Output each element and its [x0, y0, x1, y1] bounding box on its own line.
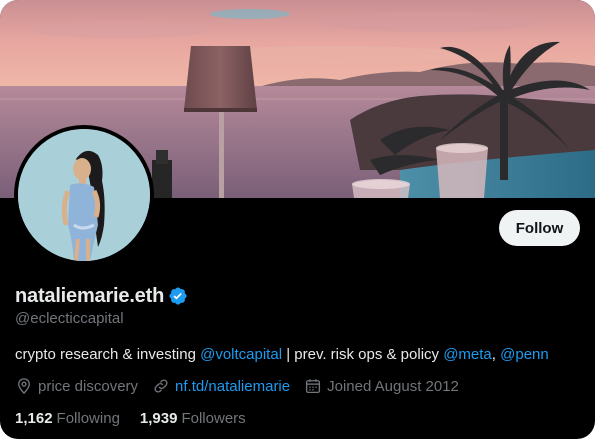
- bio-text: | prev. risk ops & policy: [282, 346, 444, 363]
- joined-item: Joined August 2012: [304, 377, 459, 395]
- mention-link-penn[interactable]: @penn: [500, 346, 549, 363]
- avatar-image: [18, 129, 150, 261]
- bio-text: ,: [491, 346, 501, 363]
- calendar-icon: [306, 379, 321, 394]
- mention-link-meta[interactable]: @meta: [443, 346, 492, 363]
- joined-date: Joined August 2012: [327, 377, 459, 395]
- followers-label: Followers: [181, 410, 246, 427]
- profile-card: Follow nataliemarie.eth @eclecticcapital…: [0, 0, 595, 439]
- following-count: 1,162: [15, 410, 53, 427]
- website-item: nf.td/nataliemarie: [152, 377, 290, 395]
- bio-text: crypto research & investing: [15, 346, 201, 363]
- followers-count: 1,939: [139, 410, 178, 427]
- bio: crypto research & investing @voltcapital…: [15, 346, 549, 363]
- following-link[interactable]: 1,162 Following: [15, 410, 120, 427]
- location-pin-icon: [18, 378, 30, 395]
- link-icon: [154, 379, 168, 393]
- follow-button[interactable]: Follow: [499, 210, 580, 246]
- profile-meta: price discovery nf.td/nataliemarie Joine…: [15, 377, 473, 395]
- verified-badge-icon[interactable]: [168, 286, 188, 306]
- name-row: nataliemarie.eth: [15, 283, 188, 309]
- location-item: price discovery: [15, 377, 138, 395]
- website-link[interactable]: nf.td/nataliemarie: [175, 378, 290, 395]
- display-name: nataliemarie.eth: [15, 284, 165, 307]
- follow-stats: 1,162 Following 1,939 Followers: [15, 410, 266, 427]
- user-handle: @eclecticcapital: [15, 310, 124, 327]
- avatar[interactable]: [14, 125, 154, 265]
- location-text: price discovery: [38, 377, 139, 395]
- mention-link-voltcapital[interactable]: @voltcapital: [200, 346, 282, 363]
- following-label: Following: [56, 410, 120, 427]
- followers-link[interactable]: 1,939 Followers: [140, 410, 246, 427]
